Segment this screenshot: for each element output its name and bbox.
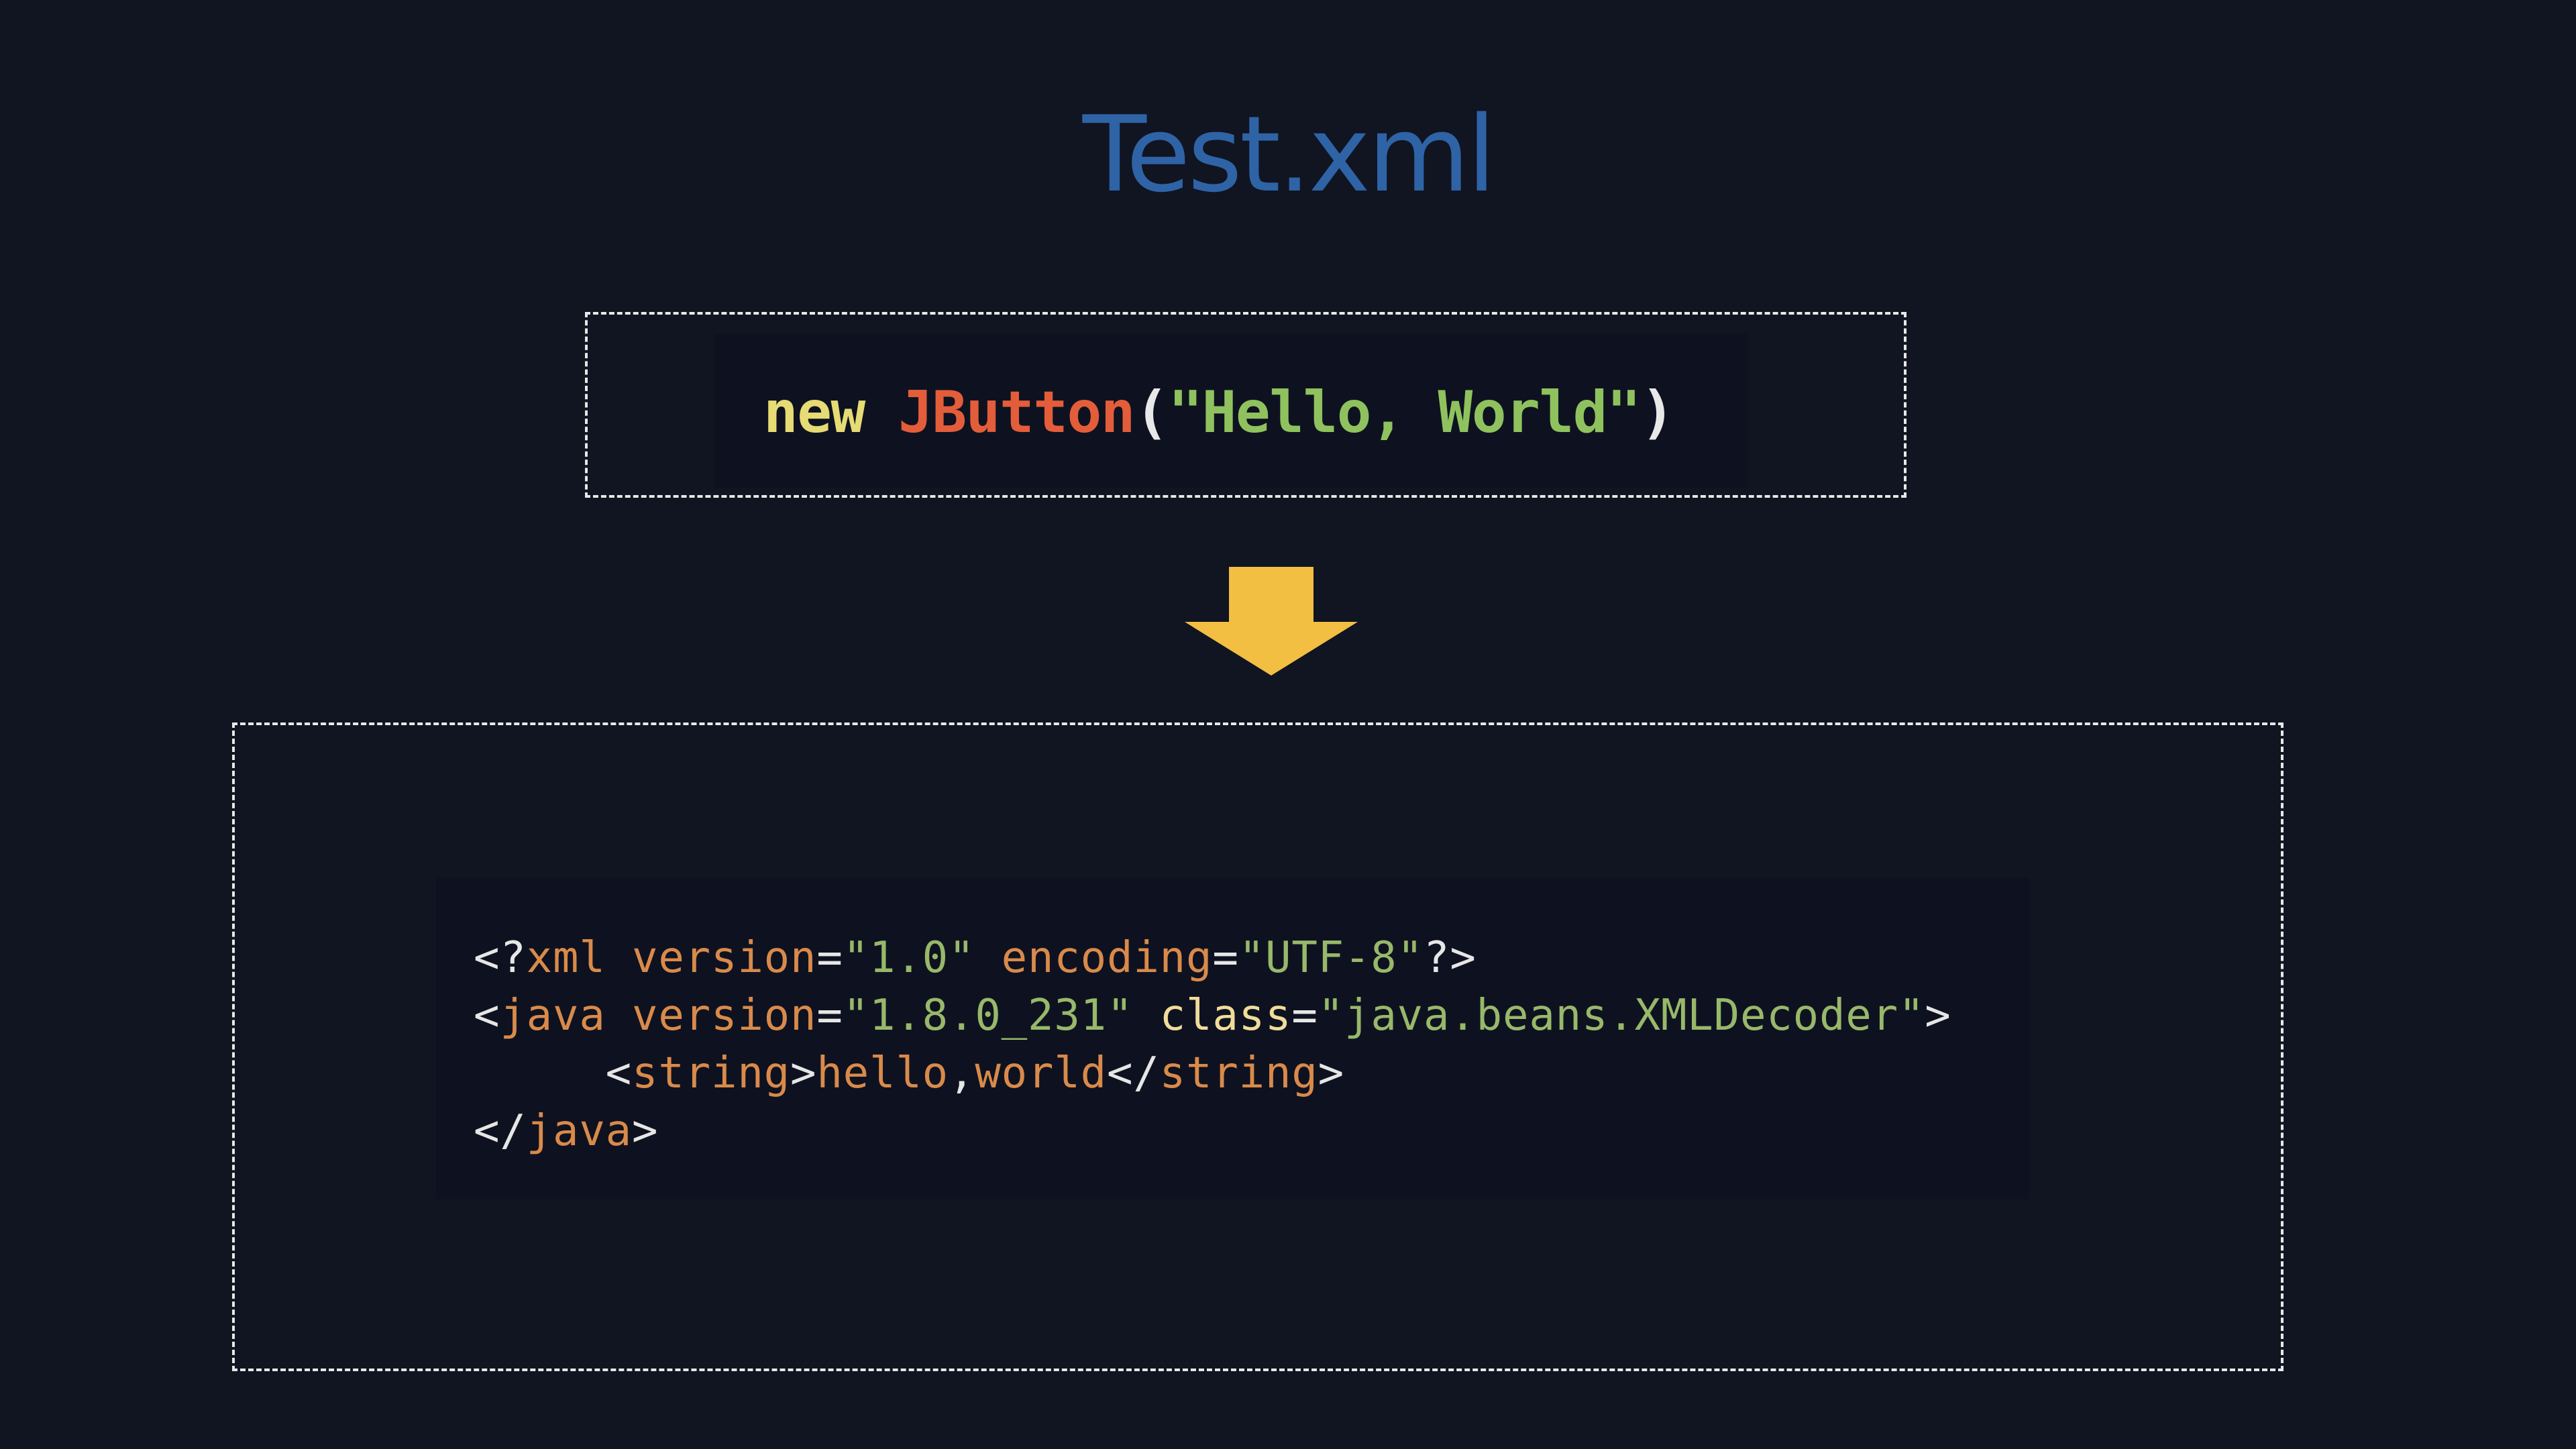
xml-value: "1.8.0_231": [843, 991, 1134, 1040]
xml-tag: string: [632, 1049, 790, 1098]
xml-code-lines: <?xml version="1.0" encoding="UTF-8"?> <j…: [474, 929, 1951, 1160]
xml-value: "1.0": [843, 933, 975, 983]
xml-punct: <: [474, 991, 500, 1040]
xml-line-declaration: <?xml version="1.0" encoding="UTF-8"?>: [474, 929, 1951, 987]
xml-punct: >: [790, 1049, 817, 1098]
xml-punct: </: [474, 1106, 527, 1156]
page-title: Test.xml: [1082, 93, 1496, 215]
xml-punct: </: [1107, 1049, 1160, 1098]
xml-tag: string: [1159, 1049, 1318, 1098]
xml-tag: java: [500, 991, 606, 1040]
xml-punct: ,: [949, 1049, 975, 1098]
xml-punct: >: [1318, 1049, 1345, 1098]
xml-tag: xml: [526, 933, 606, 983]
java-class-name: JButton: [898, 379, 1135, 446]
java-keyword: new: [763, 379, 865, 446]
xml-punct: >: [1925, 991, 1951, 1040]
xml-punct: >: [632, 1106, 659, 1156]
down-arrow-icon: [1185, 567, 1358, 676]
xml-punct: =: [1291, 991, 1318, 1040]
xml-indent: [474, 1049, 606, 1098]
xml-punct: <?: [474, 933, 527, 983]
xml-value: "java.beans.XMLDecoder": [1318, 991, 1925, 1040]
xml-text: hello: [816, 1049, 949, 1098]
java-string-literal: "Hello, World": [1168, 379, 1641, 446]
xml-punct: <: [605, 1049, 632, 1098]
xml-attr: encoding: [975, 933, 1213, 983]
xml-line-java-open: <java version="1.8.0_231" class="java.be…: [474, 987, 1951, 1044]
xml-line-java-close: </java>: [474, 1102, 1951, 1160]
java-open-paren: (: [1134, 379, 1169, 446]
xml-value: "UTF-8": [1238, 933, 1424, 983]
xml-attr: class: [1133, 991, 1292, 1040]
xml-tag: java: [526, 1106, 632, 1156]
xml-punct: =: [1212, 933, 1239, 983]
xml-attr: version: [605, 991, 817, 1040]
xml-punct: ?>: [1423, 933, 1477, 983]
java-code-line: new JButton("Hello, World"): [763, 376, 1675, 449]
xml-text: world: [975, 1049, 1107, 1098]
xml-punct: =: [816, 933, 843, 983]
java-close-paren: ): [1640, 379, 1675, 446]
xml-line-string: <string>hello,world</string>: [474, 1044, 1951, 1102]
xml-attr: version: [605, 933, 817, 983]
xml-punct: =: [816, 991, 843, 1040]
